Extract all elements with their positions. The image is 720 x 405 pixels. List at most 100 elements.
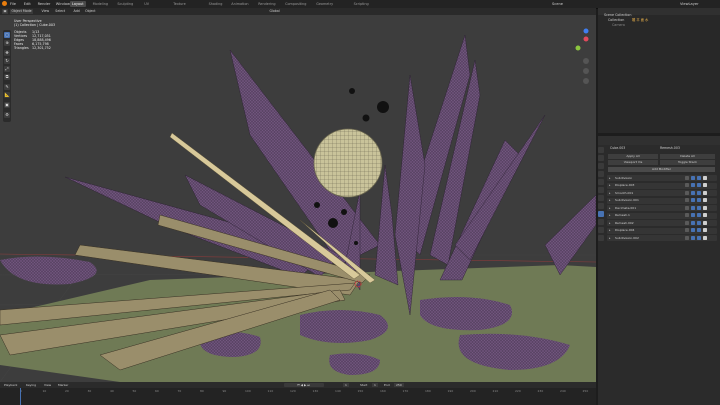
measure-tool-icon[interactable]: 📐: [4, 92, 10, 98]
add-modifier-button[interactable]: Add Modifier: [608, 167, 715, 172]
viewport-icon[interactable]: [691, 190, 695, 195]
tab-texture-paint[interactable]: Texture Paint: [171, 1, 187, 12]
edit-mode-icon[interactable]: [685, 213, 689, 217]
modifier-name-label[interactable]: Displace.003: [615, 183, 634, 188]
cursor-tool-icon[interactable]: ⊕: [4, 40, 10, 46]
dropdown-icon[interactable]: [703, 235, 707, 240]
scene-label[interactable]: Scene: [552, 2, 563, 7]
view-menu-view[interactable]: View: [40, 9, 51, 14]
view-menu-select[interactable]: Select: [54, 9, 67, 14]
render-icon[interactable]: [697, 235, 701, 240]
render-icon[interactable]: [697, 190, 701, 195]
property-tab-icon[interactable]: [598, 235, 604, 241]
modifier-row[interactable]: ▸ Decimate.001: [607, 205, 717, 211]
view-layer-label[interactable]: ViewLayer: [680, 2, 699, 7]
edit-mode-icon[interactable]: [685, 220, 689, 225]
add-cube-tool-icon[interactable]: ▣: [4, 102, 10, 108]
property-tab-icon[interactable]: [598, 187, 604, 193]
modifier-row[interactable]: ▸ Subdivision.002: [607, 235, 717, 241]
viewport-icon[interactable]: [691, 228, 695, 232]
tab-uv-editing[interactable]: UV Editing: [142, 1, 158, 12]
property-tab-icon[interactable]: [598, 211, 604, 217]
expand-icon[interactable]: ▸: [609, 206, 611, 211]
render-icon[interactable]: [697, 228, 701, 232]
render-icon[interactable]: [697, 175, 701, 180]
edit-mode-icon[interactable]: [685, 198, 689, 202]
edit-mode-icon[interactable]: [685, 235, 689, 240]
modifier-name-label[interactable]: Smooth.001: [615, 191, 633, 196]
dropdown-icon[interactable]: [703, 198, 707, 202]
object-mode-dropdown[interactable]: Object Mode: [10, 9, 34, 14]
menu-file[interactable]: File: [10, 2, 16, 7]
expand-icon[interactable]: ▸: [609, 213, 611, 218]
tab-sculpting[interactable]: Sculpting: [115, 1, 135, 7]
viewport-icon[interactable]: [691, 213, 695, 217]
current-frame-field[interactable]: 1: [343, 383, 349, 387]
blender-logo-icon[interactable]: [2, 1, 7, 6]
render-icon[interactable]: [697, 213, 701, 217]
dropdown-icon[interactable]: [703, 190, 707, 195]
annotate-tool-icon[interactable]: ✎: [4, 84, 10, 90]
start-frame-field[interactable]: 1: [372, 383, 378, 387]
tab-animation[interactable]: Animation: [229, 1, 250, 7]
dropdown-icon[interactable]: [703, 183, 707, 187]
tab-geometry-nodes[interactable]: Geometry Nodes: [314, 1, 335, 12]
expand-icon[interactable]: ▸: [609, 176, 611, 181]
modifier-name-label[interactable]: Subdivision.002: [615, 236, 639, 241]
property-tab-icon[interactable]: [598, 147, 604, 153]
render-icon[interactable]: [697, 183, 701, 187]
viewport-icon[interactable]: [691, 198, 695, 202]
dropdown-icon[interactable]: [703, 213, 707, 217]
select-tool-icon[interactable]: ▢: [4, 32, 10, 38]
edit-mode-icon[interactable]: [685, 175, 689, 180]
modifier-name-label[interactable]: Subdivision.001: [615, 198, 639, 203]
property-tab-icon[interactable]: [598, 203, 604, 209]
expand-icon[interactable]: ▸: [609, 183, 611, 188]
dropdown-icon[interactable]: [703, 220, 707, 225]
modifier-row[interactable]: ▸ Subdivision.001: [607, 197, 717, 204]
modifier-row[interactable]: ▸ Remesh.002: [607, 220, 717, 226]
tab-rendering[interactable]: Rendering: [256, 1, 277, 7]
modifier-name-label[interactable]: Decimate.001: [615, 206, 636, 211]
apply-all-button[interactable]: Apply All: [608, 154, 658, 159]
dropdown-icon[interactable]: [703, 228, 707, 232]
viewport-icon[interactable]: [691, 235, 695, 240]
modifier-row[interactable]: ▸ Displace.004: [607, 227, 717, 234]
dropdown-icon[interactable]: [703, 205, 707, 210]
edit-mode-icon[interactable]: [685, 228, 689, 232]
viewport-vis-button[interactable]: Viewport Vis: [608, 160, 658, 165]
expand-icon[interactable]: ▸: [609, 221, 611, 226]
edit-mode-icon[interactable]: [685, 190, 689, 195]
edit-mode-icon[interactable]: [685, 205, 689, 210]
move-tool-icon[interactable]: ✥: [4, 50, 10, 56]
tab-shading[interactable]: Shading: [207, 1, 225, 7]
viewport-icon[interactable]: [691, 175, 695, 180]
render-icon[interactable]: [697, 205, 701, 210]
property-tab-icon[interactable]: [598, 155, 604, 161]
expand-icon[interactable]: ▸: [609, 198, 611, 203]
property-tab-icon[interactable]: [598, 171, 604, 177]
timeline-menu-playback[interactable]: Playback: [4, 383, 17, 387]
settings-tool-icon[interactable]: ⚙: [4, 112, 10, 118]
modifier-row[interactable]: ▸ Displace.003: [607, 182, 717, 189]
modifier-name-label[interactable]: Displace.004: [615, 228, 634, 233]
transform-orientation[interactable]: Global: [268, 9, 281, 14]
timeline-menu-view[interactable]: View: [44, 383, 51, 387]
modifier-name-label[interactable]: Subdivision: [615, 176, 632, 181]
expand-icon[interactable]: ▸: [609, 228, 611, 233]
outliner-row-camera[interactable]: Camera: [612, 23, 625, 28]
view-menu-object[interactable]: Object: [84, 9, 97, 14]
tab-layout[interactable]: Layout: [70, 1, 86, 7]
modifier-name-label[interactable]: Remesh.1: [615, 213, 630, 218]
tab-scripting[interactable]: Scripting: [352, 1, 371, 7]
property-tab-icon[interactable]: [598, 227, 604, 233]
modifier-row[interactable]: ▸ Smooth.001: [607, 190, 717, 196]
timeline-menu-keying[interactable]: Keying: [26, 383, 36, 387]
dropdown-icon[interactable]: [703, 175, 707, 180]
viewport-icon[interactable]: [691, 205, 695, 210]
3d-viewport[interactable]: [0, 15, 596, 382]
menu-edit[interactable]: Edit: [24, 2, 31, 7]
transform-tool-icon[interactable]: ⧉: [4, 74, 10, 80]
viewport-icon[interactable]: [691, 183, 695, 187]
property-tab-icon[interactable]: [598, 219, 604, 225]
